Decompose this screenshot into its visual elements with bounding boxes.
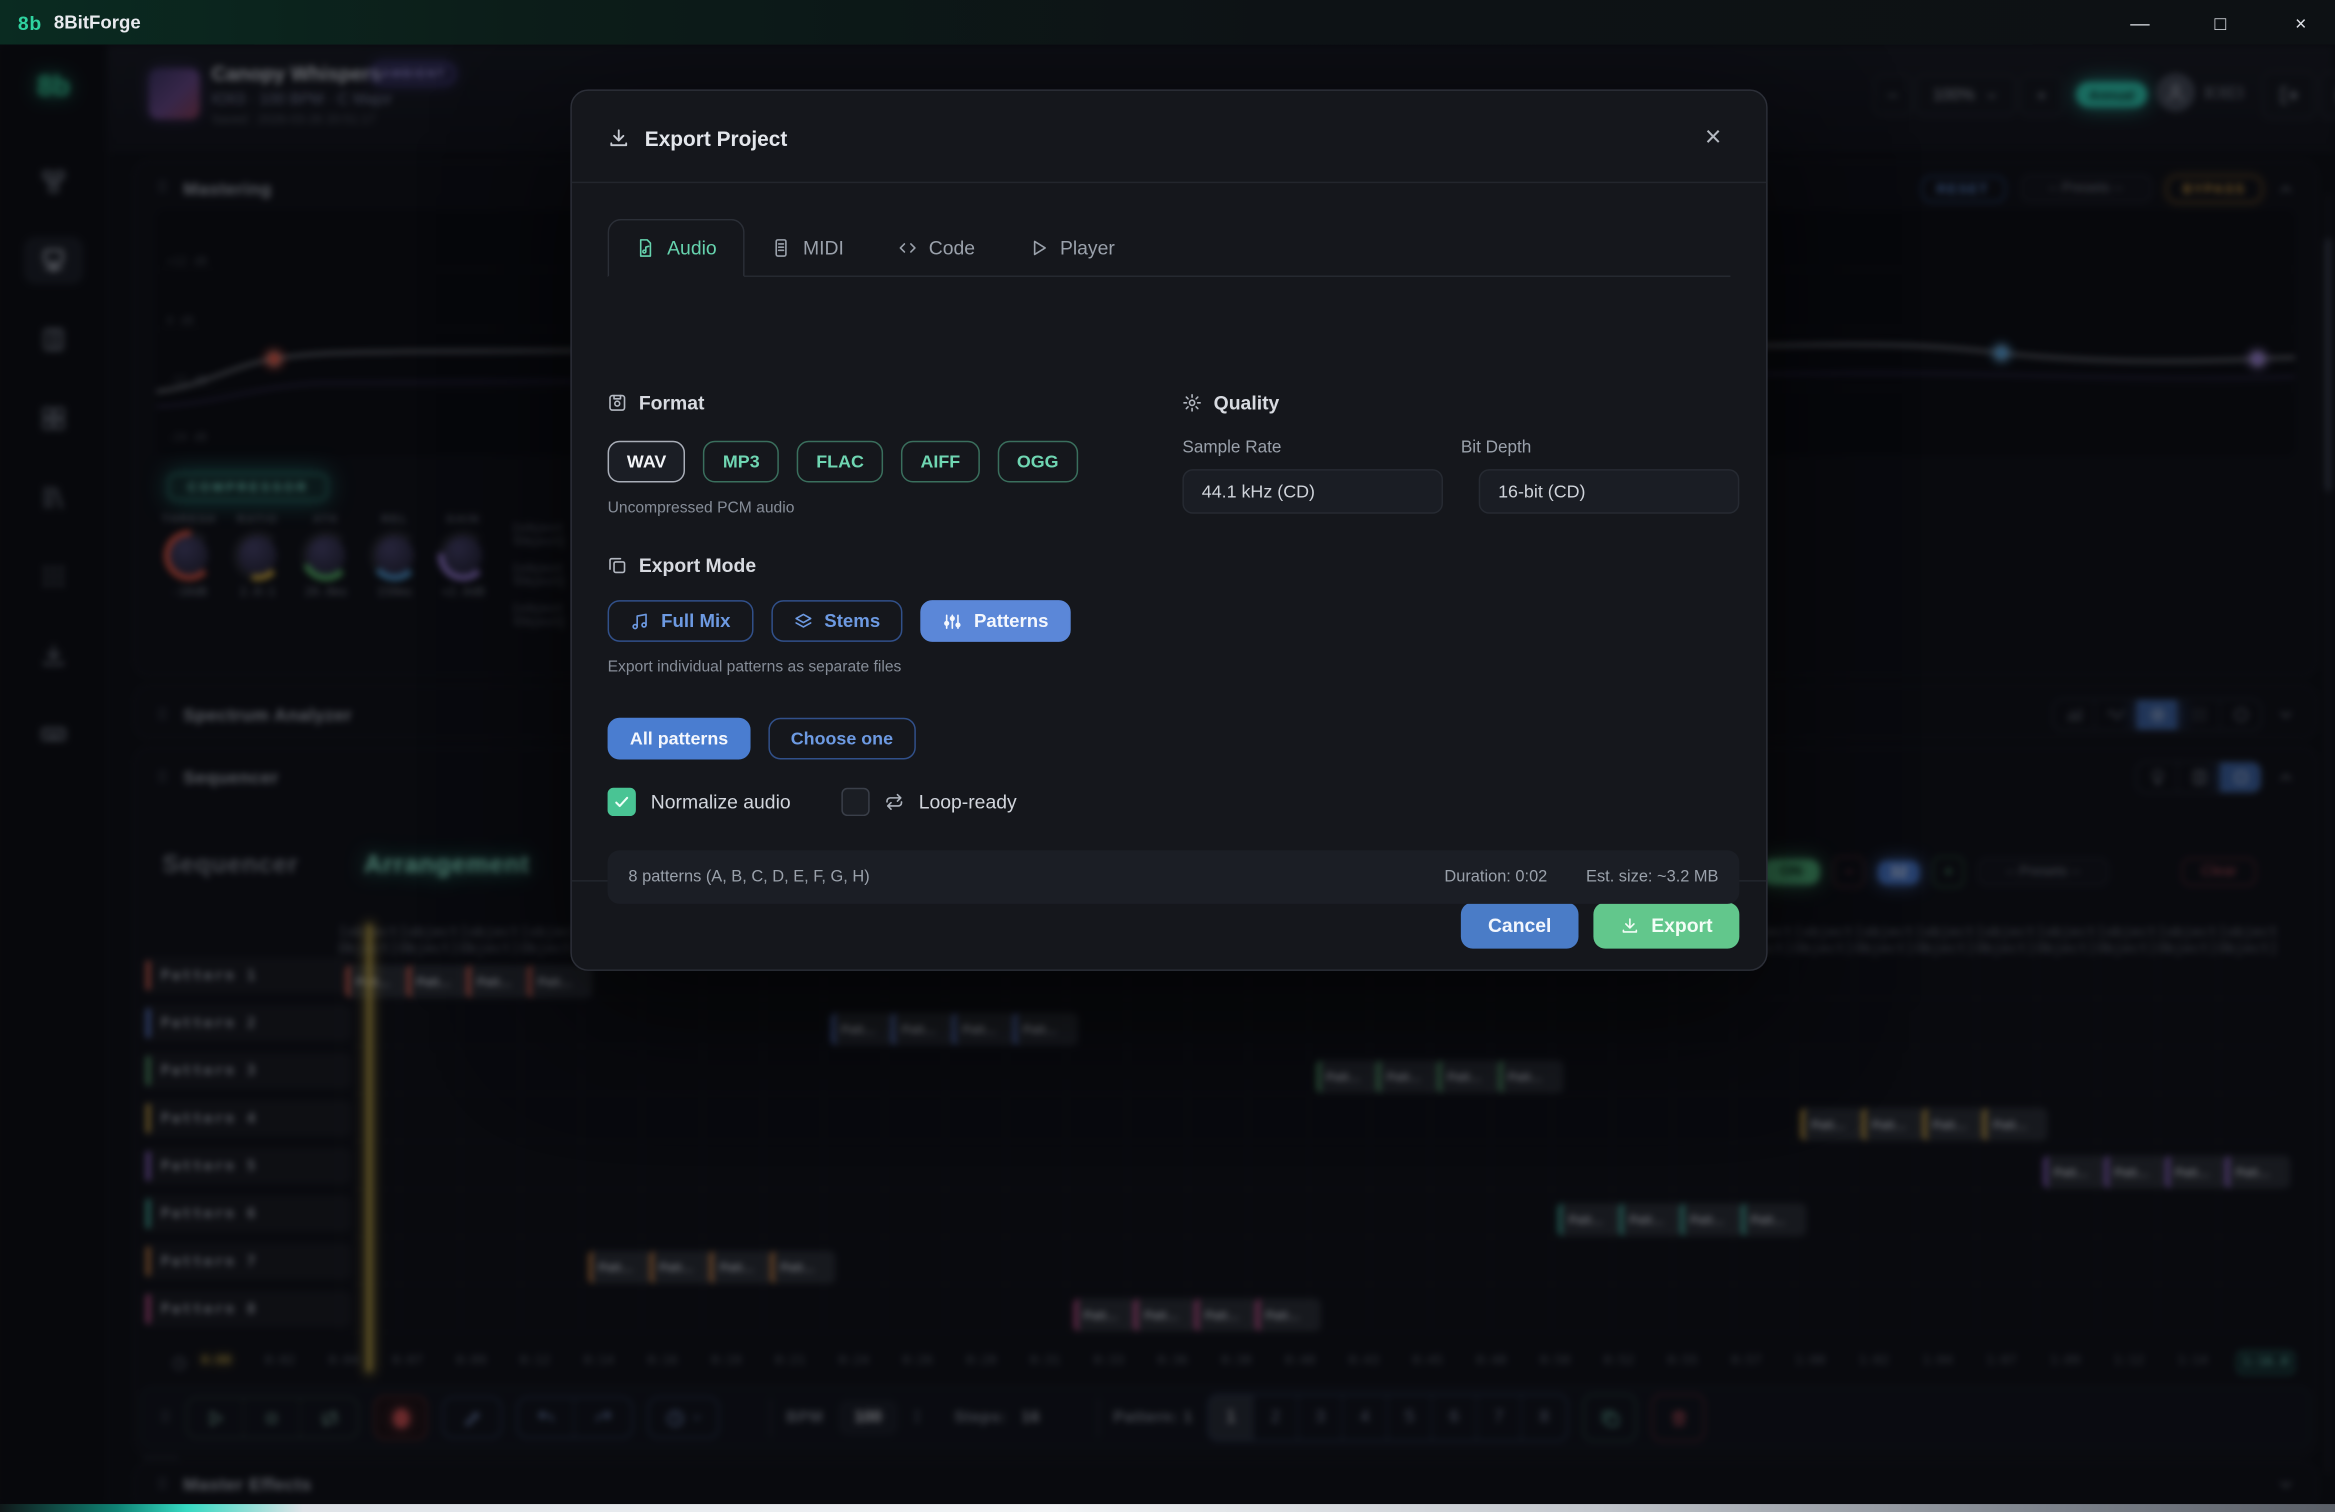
file-audio-icon xyxy=(636,238,655,257)
export-tab[interactable]: Audio xyxy=(608,219,745,277)
check-icon xyxy=(614,794,630,810)
play-icon xyxy=(1029,238,1048,257)
normalize-audio-checkbox[interactable]: Normalize audio xyxy=(608,788,791,816)
export-mode-label: Full Mix xyxy=(661,611,730,632)
download-icon xyxy=(1620,916,1639,935)
modal-title: Export Project xyxy=(645,126,788,150)
loop-icon xyxy=(884,792,903,811)
download-icon xyxy=(608,127,630,149)
maximize-button[interactable]: □ xyxy=(2186,0,2255,45)
pattern-selection-button[interactable]: All patterns xyxy=(608,718,751,760)
cancel-button[interactable]: Cancel xyxy=(1461,902,1578,948)
format-option-button[interactable]: AIFF xyxy=(901,441,979,483)
export-tab-label: MIDI xyxy=(803,237,844,259)
quality-heading: Quality xyxy=(1214,392,1280,414)
file-midi-icon xyxy=(772,238,791,257)
export-mode-caption: Export individual patterns as separate f… xyxy=(608,658,1740,676)
format-options: WAV MP3 FLAC AIFF OGG xyxy=(608,441,1144,483)
export-tab[interactable]: Player xyxy=(1002,219,1142,277)
format-heading: Format xyxy=(639,392,705,414)
export-tab[interactable]: Code xyxy=(871,219,1002,277)
loop-ready-label: Loop-ready xyxy=(919,791,1017,813)
export-tab-label: Code xyxy=(929,237,975,259)
minimize-button[interactable]: — xyxy=(2106,0,2175,45)
format-caption: Uncompressed PCM audio xyxy=(608,499,1144,517)
pattern-selection-options: All patterns Choose one xyxy=(608,718,1740,760)
sample-rate-label: Sample Rate xyxy=(1182,439,1460,457)
sample-rate-select[interactable]: 44.1 kHz (CD) xyxy=(1182,469,1443,514)
format-option-button[interactable]: FLAC xyxy=(797,441,883,483)
layers-icon xyxy=(793,611,812,630)
export-summary-bar: 8 patterns (A, B, C, D, E, F, G, H) Dura… xyxy=(608,850,1740,904)
code-icon xyxy=(898,238,917,257)
bit-depth-select[interactable]: 16-bit (CD) xyxy=(1479,469,1740,514)
bit-depth-label: Bit Depth xyxy=(1461,439,1739,457)
export-mode-button[interactable]: Stems xyxy=(771,600,903,642)
export-tab[interactable]: MIDI xyxy=(745,219,871,277)
export-mode-button[interactable]: Patterns xyxy=(920,600,1070,642)
app-window: 8b 8BitForge — □ × 8b xyxy=(0,0,2335,1512)
format-option-button[interactable]: OGG xyxy=(997,441,1077,483)
format-option-button[interactable]: MP3 xyxy=(704,441,779,483)
duration-value: Duration: 0:02 xyxy=(1444,868,1547,886)
gear-icon xyxy=(1182,393,1201,412)
export-mode-heading: Export Mode xyxy=(639,554,756,576)
export-mode-button[interactable]: Full Mix xyxy=(608,600,753,642)
checkbox-unchecked[interactable] xyxy=(841,788,869,816)
export-mode-icon xyxy=(608,555,627,574)
export-project-modal: Export Project × Audio MIDI xyxy=(570,89,1767,971)
export-mode-label: Stems xyxy=(824,611,880,632)
app-logo: 8b xyxy=(18,11,42,33)
app-title: 8BitForge xyxy=(54,12,141,33)
export-button-label: Export xyxy=(1651,914,1712,936)
export-mode-options: Full Mix Stems Patterns xyxy=(608,600,1740,642)
close-window-button[interactable]: × xyxy=(2267,0,2335,45)
format-option-button[interactable]: WAV xyxy=(608,441,686,483)
format-icon xyxy=(608,393,627,412)
patterns-summary: 8 patterns (A, B, C, D, E, F, G, H) xyxy=(628,868,869,886)
export-tabs: Audio MIDI Code xyxy=(608,219,1731,277)
app-shell: 8b xyxy=(0,45,2335,1504)
window-titlebar: 8b 8BitForge — □ × xyxy=(0,0,2335,45)
loop-ready-checkbox[interactable]: Loop-ready xyxy=(841,788,1016,816)
normalize-audio-label: Normalize audio xyxy=(651,791,791,813)
sliders-icon xyxy=(943,611,962,630)
taskbar-edge xyxy=(0,1504,2335,1512)
estimated-size-value: Est. size: ~3.2 MB xyxy=(1586,868,1718,886)
checkbox-checked[interactable] xyxy=(608,788,636,816)
pattern-selection-button[interactable]: Choose one xyxy=(768,718,915,760)
export-tab-label: Audio xyxy=(667,237,717,259)
export-mode-label: Patterns xyxy=(974,611,1049,632)
export-button[interactable]: Export xyxy=(1593,902,1739,948)
close-modal-button[interactable]: × xyxy=(1696,121,1730,155)
export-tab-label: Player xyxy=(1060,237,1115,259)
music-note-icon xyxy=(630,611,649,630)
